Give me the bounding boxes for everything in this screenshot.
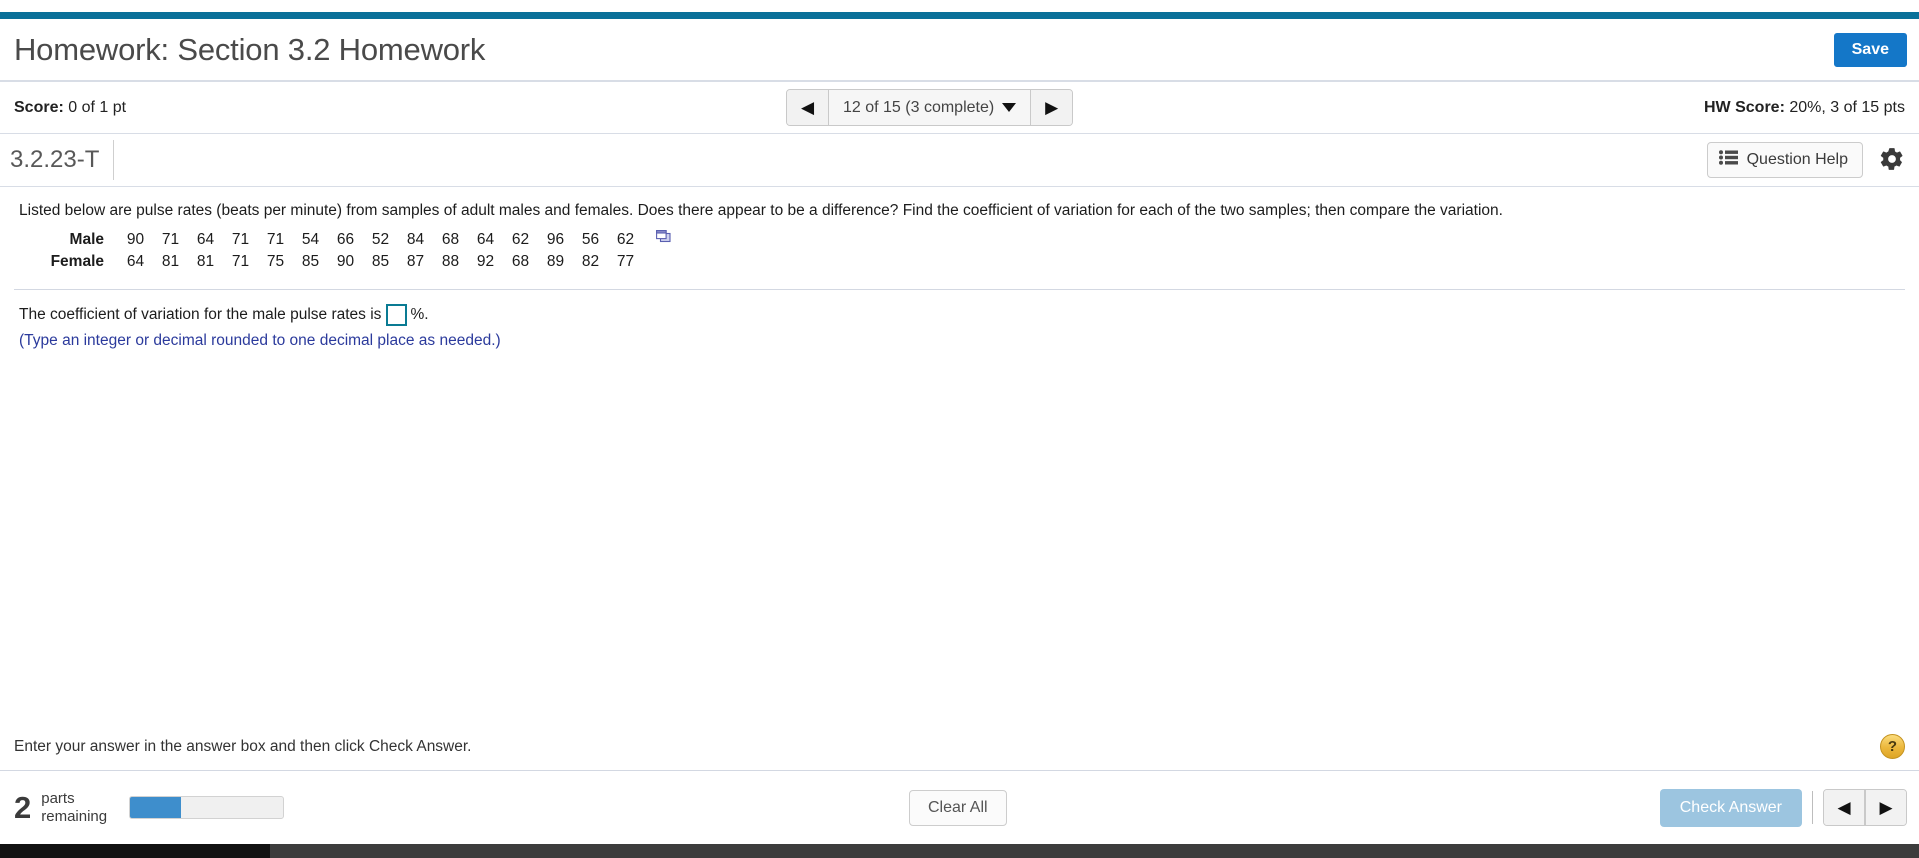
answer-line: The coefficient of variation for the mal… [19, 304, 1919, 327]
cell: 71 [231, 230, 250, 248]
gear-icon [1879, 146, 1905, 175]
question-selector-label: 12 of 15 (3 complete) [843, 98, 995, 116]
horizontal-scrollbar[interactable] [0, 844, 1919, 858]
cell: 89 [546, 253, 565, 271]
instruction-bar: Enter your answer in the answer box and … [0, 723, 1919, 770]
cell: 87 [406, 253, 425, 271]
cell: 81 [161, 253, 180, 271]
empty-cell [643, 251, 678, 273]
parts-label-line1: parts [41, 790, 75, 808]
settings-button[interactable] [1877, 146, 1907, 175]
row-label-female: Female [50, 253, 104, 271]
pulse-rate-data-table: Male 90 71 64 71 71 54 66 52 84 68 64 62… [0, 228, 678, 273]
question-navigator: ◀ 12 of 15 (3 complete) ▶ [786, 89, 1074, 126]
footer-next-button[interactable]: ▶ [1865, 790, 1906, 825]
question-help-button[interactable]: Question Help [1706, 142, 1863, 178]
cell: 96 [546, 230, 565, 248]
parts-label-line2: remaining [41, 807, 108, 825]
cell: 81 [196, 253, 215, 271]
clear-all-button[interactable]: Clear All [909, 790, 1007, 826]
question-mark-icon[interactable]: ? [1880, 734, 1905, 759]
question-body: Listed below are pulse rates (beats per … [0, 187, 1919, 770]
parts-remaining-group: 2 parts remaining [14, 790, 285, 825]
page-title: Homework: Section 3.2 Homework [14, 31, 486, 67]
cell: 68 [441, 230, 460, 248]
score-display: Score: 0 of 1 pt [14, 99, 126, 117]
table-row: Female 64 81 81 71 75 85 90 85 87 88 92 … [0, 251, 678, 273]
parts-remaining-count: 2 [14, 790, 32, 825]
cell: 62 [511, 230, 530, 248]
cell: 52 [371, 230, 390, 248]
top-white-strip [0, 0, 1919, 12]
cell: 82 [581, 253, 600, 271]
hw-score-label: HW Score: [1704, 98, 1785, 116]
question-selector-dropdown[interactable]: 12 of 15 (3 complete) [829, 90, 1031, 125]
cell: 71 [161, 230, 180, 248]
cell: 64 [476, 230, 495, 248]
question-id-bar: 3.2.23-T Question Help [0, 134, 1919, 187]
progress-bar [129, 796, 285, 819]
cell: 71 [231, 253, 250, 271]
next-question-button[interactable]: ▶ [1030, 90, 1073, 125]
cell: 71 [266, 230, 285, 248]
answer-unit-text: %. [410, 306, 429, 324]
cell: 77 [616, 253, 635, 271]
chevron-down-icon [1002, 103, 1017, 112]
table-row: Male 90 71 64 71 71 54 66 52 84 68 64 62… [0, 228, 678, 251]
prev-question-button[interactable]: ◀ [787, 90, 829, 125]
cell: 88 [441, 253, 460, 271]
scrollbar-thumb[interactable] [0, 844, 270, 858]
check-answer-button[interactable]: Check Answer [1659, 788, 1802, 827]
cell: 84 [406, 230, 425, 248]
homework-application: Homework: Section 3.2 Homework Save Scor… [0, 0, 1919, 858]
answer-prompt-text: The coefficient of variation for the mal… [19, 306, 382, 324]
question-prompt: Listed below are pulse rates (beats per … [19, 202, 1503, 219]
hw-score-value: 20%, 3 of 15 pts [1789, 98, 1905, 116]
parts-remaining-label: parts remaining [41, 790, 107, 825]
cell: 75 [266, 253, 285, 271]
hw-score-display: HW Score: 20%, 3 of 15 pts [1704, 99, 1905, 117]
score-value: 0 of 1 pt [68, 98, 127, 116]
save-button[interactable]: Save [1833, 32, 1907, 67]
question-tools: Question Help [1706, 142, 1907, 178]
instruction-text: Enter your answer in the answer box and … [14, 737, 472, 755]
cell: 64 [126, 253, 145, 271]
progress-bar-fill [130, 797, 181, 818]
cell: 92 [476, 253, 495, 271]
answer-hint: (Type an integer or decimal rounded to o… [19, 332, 501, 350]
teal-accent-rule [0, 12, 1919, 19]
cell: 90 [336, 253, 355, 271]
footer-prev-button[interactable]: ◀ [1824, 790, 1865, 825]
score-bar: Score: 0 of 1 pt ◀ 12 of 15 (3 complete)… [0, 82, 1919, 134]
row-label-male: Male [69, 230, 104, 248]
cell: 64 [196, 230, 215, 248]
question-id: 3.2.23-T [10, 140, 115, 180]
cell: 85 [301, 253, 320, 271]
copy-to-clipboard-button[interactable] [643, 228, 678, 251]
cell: 62 [616, 230, 635, 248]
answer-section: The coefficient of variation for the mal… [0, 290, 1919, 350]
answer-input[interactable] [386, 304, 408, 327]
question-help-label: Question Help [1746, 151, 1848, 168]
divider [1812, 791, 1813, 824]
footer-actions: Check Answer ◀ ▶ [1659, 788, 1907, 827]
cell: 56 [581, 230, 600, 248]
footer-bar: 2 parts remaining Clear All Check Answer… [0, 770, 1919, 844]
cell: 90 [126, 230, 145, 248]
copy-to-clipboard-icon [656, 230, 671, 248]
title-bar: Homework: Section 3.2 Homework Save [0, 19, 1919, 82]
cell: 85 [371, 253, 390, 271]
score-label: Score: [14, 98, 64, 116]
cell: 54 [301, 230, 320, 248]
footer-pager: ◀ ▶ [1823, 789, 1907, 826]
cell: 66 [336, 230, 355, 248]
list-icon [1718, 150, 1738, 170]
cell: 68 [511, 253, 530, 271]
